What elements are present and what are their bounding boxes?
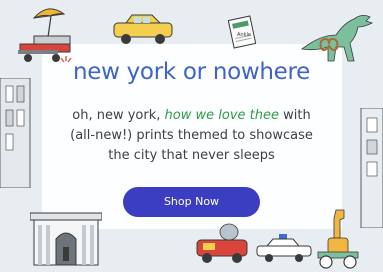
building-icon	[0, 78, 31, 188]
promo-headline: new york or nowhere	[72, 59, 311, 85]
dinosaur-icon	[301, 15, 374, 62]
promo-banner[interactable]: Ankle new york or nowhere oh, new york, …	[0, 0, 383, 272]
promo-body-line-1: oh, new york, how we love thee with	[40, 106, 343, 126]
taxi-cab-icon	[113, 14, 173, 44]
police-car-icon	[256, 234, 312, 262]
body-text-start: oh, new york,	[72, 108, 165, 123]
pretzel-icon	[319, 37, 339, 52]
promo-body-line-3: the city that never sleeps	[108, 148, 275, 163]
shop-now-button[interactable]: Shop Now	[123, 187, 260, 217]
arch-monument-icon	[30, 212, 102, 266]
building-icon	[360, 108, 383, 228]
taxi-cab-icon	[196, 223, 248, 263]
newspaper-text: Ankle	[237, 32, 251, 38]
giraffe-icon	[317, 209, 359, 269]
body-text-end: with	[278, 108, 311, 123]
body-emphasis: how we love thee	[164, 108, 279, 123]
promo-body: oh, new york, how we love thee with (all…	[40, 106, 343, 166]
promo-body-line-2: (all-new!) prints themed to showcase	[70, 128, 313, 143]
newspaper-icon: Ankle	[228, 15, 256, 49]
hot-dog-cart-icon	[18, 8, 71, 62]
